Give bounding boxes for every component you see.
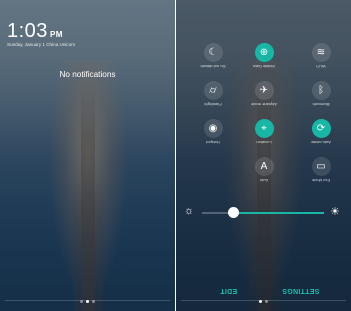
flashlight-icon: ⌭ [203,81,223,100]
tile-label: Auto-rotate [311,140,331,145]
date-carrier: Sunday, January 1 China Unicom [7,42,76,47]
wifi-icon: ≋ [311,43,331,62]
tile-wifi[interactable]: ≋ Wi-Fi [299,43,343,81]
tile-auto-rotate[interactable]: ⟳ Auto-rotate [299,119,343,157]
bluetooth-icon: ᛒ [311,81,331,100]
tile-label: Wi-Fi [316,64,326,69]
no-notifications-text: No notifications [59,70,116,79]
tile-battery[interactable]: ▭ Eco Mode [299,157,343,195]
brightness-high-icon: ☀ [330,206,340,218]
page-dot [86,300,89,303]
tile-moon[interactable]: ☾ Do not disturb [191,43,235,81]
tile-flashlight[interactable]: ⌭ Flashlight [191,81,235,119]
globe-icon: ⊕ [254,43,274,62]
tile-auto-brightness[interactable]: A Auto [242,157,286,195]
page-indicator [0,290,175,308]
auto-rotate-icon: ⟳ [311,119,331,138]
tile-globe[interactable]: ⊕ Mobile Data [242,43,286,81]
clock: 1:03 PM [7,20,63,43]
auto-brightness-icon: A [254,157,274,176]
tile-label: Auto [259,178,269,183]
page-dot [92,300,95,303]
tile-airplane[interactable]: ✈ Airplane mode [242,81,286,119]
clock-time: 1:03 [7,20,48,42]
tile-label: Airplane mode [251,102,277,107]
page-dot [80,300,83,303]
lock-screen-panel: 1:03 PM Sunday, January 1 China Unicom No… [0,0,175,311]
tile-label: Mobile Data [253,64,275,69]
brightness-slider[interactable] [202,212,324,214]
page-dot [265,300,268,303]
tile-label: Location [256,140,272,145]
tile-location-pin[interactable]: ⌖ Location [242,119,286,157]
clock-ampm: PM [49,30,63,39]
battery-icon: ▭ [311,157,331,176]
brightness-slider-thumb[interactable] [227,207,239,218]
tile-bluetooth[interactable]: ᛒ Bluetooth [299,81,343,119]
tile-label: Flashlight [204,102,222,107]
tile-label: Bluetooth [312,102,330,107]
airplane-icon: ✈ [254,81,274,100]
location-pin-icon: ⌖ [254,119,274,138]
brightness-slider-fill [232,212,324,214]
tile-label: Do not disturb [200,64,226,69]
moon-icon: ☾ [203,43,223,62]
tile-label: Hotspot [206,140,220,145]
page-indicator [176,290,351,308]
brightness-low-icon: ☼ [184,205,195,217]
hotspot-icon: ◉ [203,119,223,138]
quick-settings-panel: ☾ Do not disturb ⊕ Mobile Data ≋ Wi-Fi ⌭ Flashl… [176,0,351,311]
page-dot [259,300,262,303]
tile-label: Eco Mode [312,178,331,183]
tile-hotspot[interactable]: ◉ Hotspot [191,119,235,157]
